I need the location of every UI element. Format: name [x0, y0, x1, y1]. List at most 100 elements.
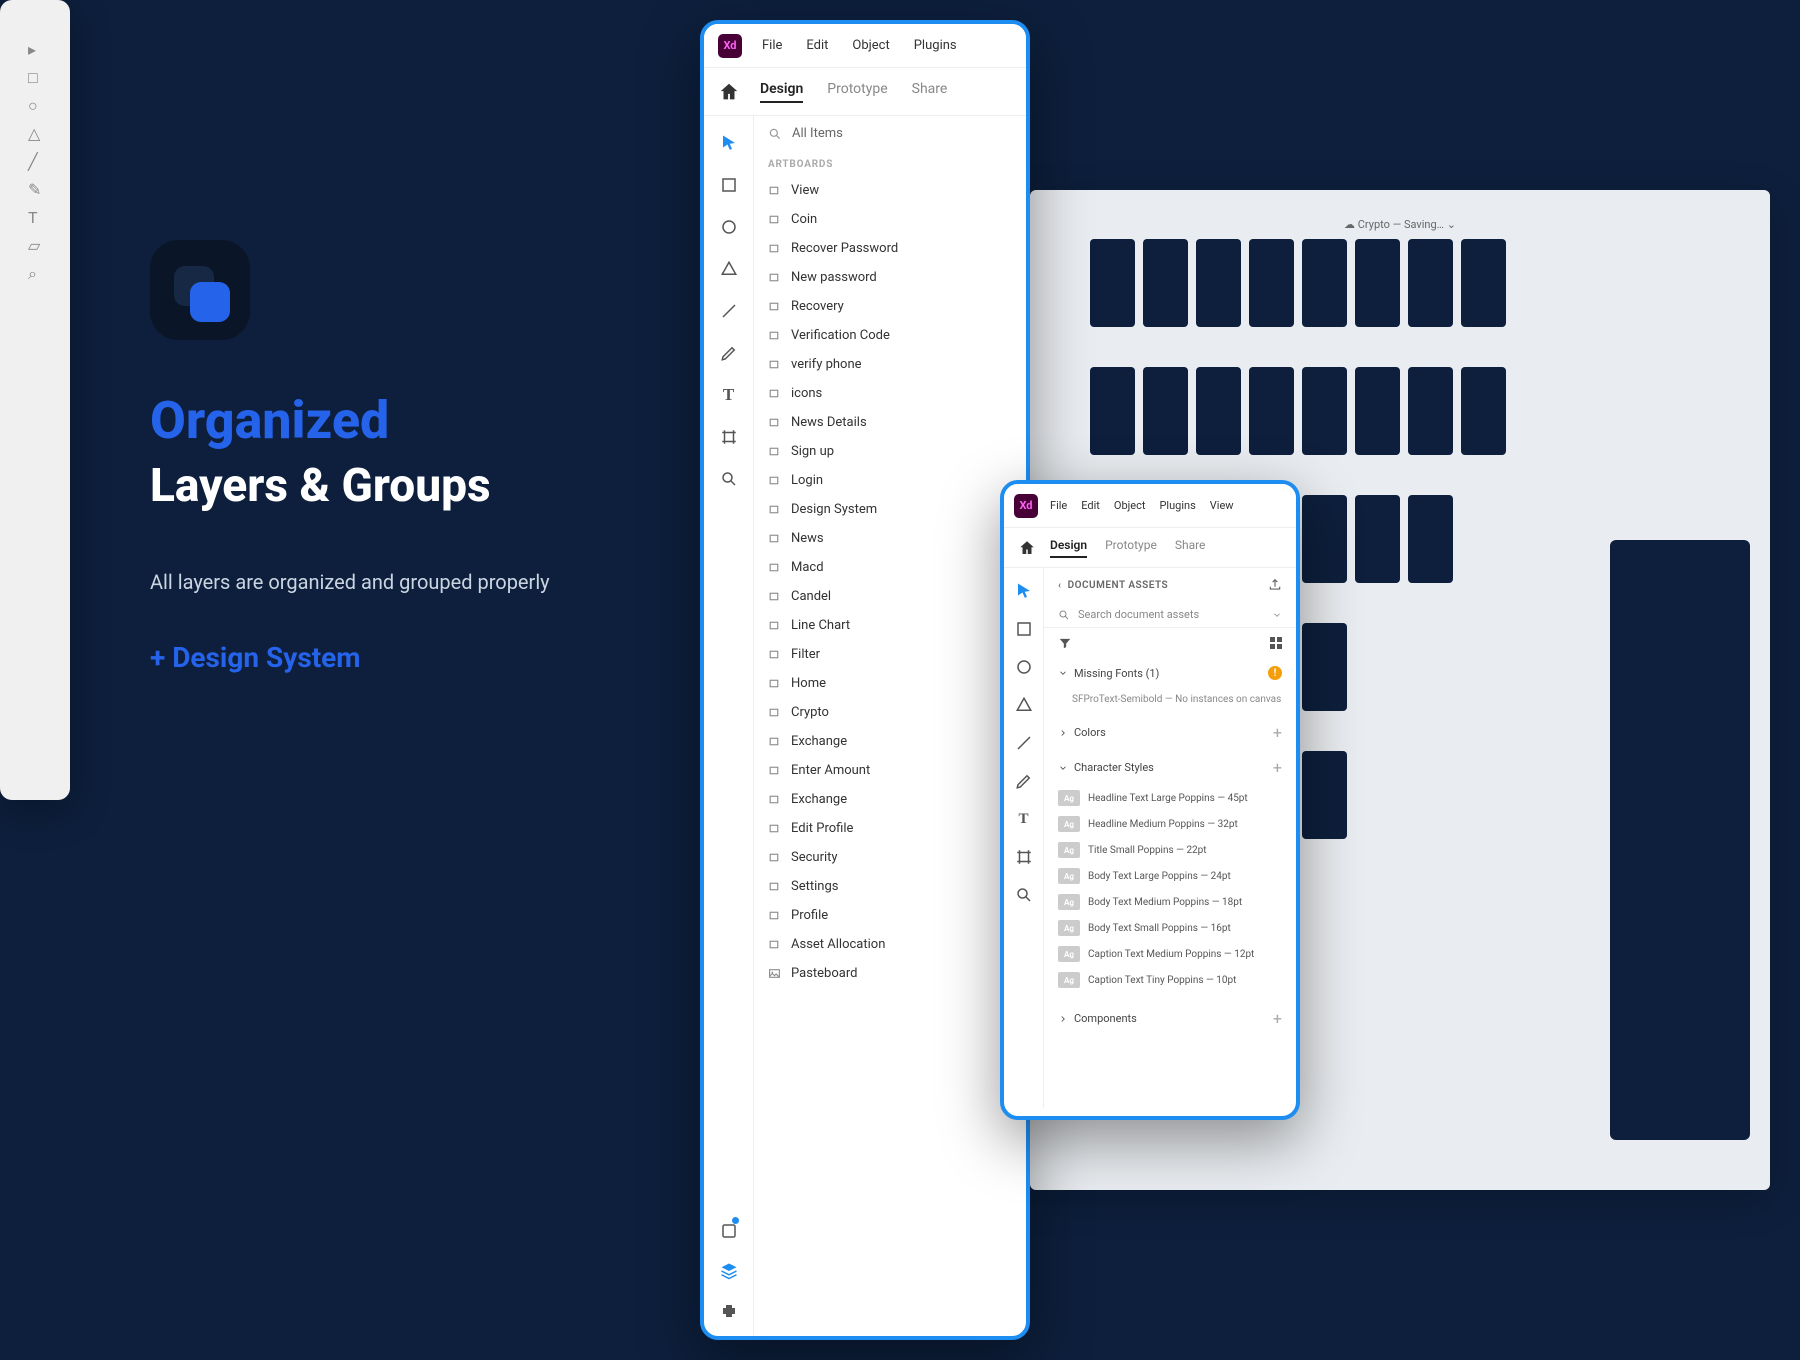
tab-design[interactable]: Design: [760, 81, 803, 103]
character-style-item[interactable]: AgHeadline Text Large Poppins — 45pt: [1044, 785, 1296, 811]
mini-artboard[interactable]: [1302, 495, 1347, 583]
mini-artboard[interactable]: [1302, 367, 1347, 455]
select-tool-icon[interactable]: [1013, 580, 1035, 602]
menu-file[interactable]: File: [1050, 499, 1067, 512]
artboard-item[interactable]: Exchange: [754, 785, 1026, 814]
mini-artboard[interactable]: [1196, 367, 1241, 455]
design-system-artboard[interactable]: [1610, 540, 1750, 1140]
zoom-tool-icon[interactable]: [718, 468, 740, 490]
artboard-item[interactable]: Security: [754, 843, 1026, 872]
document-assets-header[interactable]: ‹ DOCUMENT ASSETS: [1044, 568, 1296, 602]
missing-fonts-section[interactable]: Missing Fonts (1) !: [1044, 658, 1296, 688]
artboard-item[interactable]: Profile: [754, 901, 1026, 930]
ellipse-tool-icon[interactable]: [718, 216, 740, 238]
share-icon[interactable]: [1268, 578, 1282, 592]
artboard-item[interactable]: Coin: [754, 205, 1026, 234]
plugins-icon[interactable]: [718, 1300, 740, 1322]
home-icon[interactable]: [718, 81, 740, 103]
mini-artboard[interactable]: [1249, 367, 1294, 455]
artboard-item[interactable]: Candel: [754, 582, 1026, 611]
artboard-item[interactable]: Design System: [754, 495, 1026, 524]
add-style-icon[interactable]: +: [1273, 758, 1282, 777]
artboard-item[interactable]: Asset Allocation: [754, 930, 1026, 959]
character-styles-section[interactable]: Character Styles +: [1044, 750, 1296, 785]
artboard-item[interactable]: Login: [754, 466, 1026, 495]
artboard-item[interactable]: Home: [754, 669, 1026, 698]
artboard-item[interactable]: Edit Profile: [754, 814, 1026, 843]
zoom-tool-icon[interactable]: [1013, 884, 1035, 906]
mini-artboard[interactable]: [1355, 367, 1400, 455]
mini-artboard[interactable]: [1249, 239, 1294, 327]
mini-artboard[interactable]: [1302, 751, 1347, 839]
artboard-item[interactable]: Enter Amount: [754, 756, 1026, 785]
add-component-icon[interactable]: +: [1273, 1009, 1282, 1028]
add-color-icon[interactable]: +: [1273, 723, 1282, 742]
home-icon[interactable]: [1018, 539, 1036, 557]
mini-artboard[interactable]: [1143, 239, 1188, 327]
mini-artboard[interactable]: [1355, 239, 1400, 327]
filter-icon[interactable]: [1058, 636, 1072, 650]
mini-artboard[interactable]: [1408, 495, 1453, 583]
artboard-item[interactable]: View: [754, 176, 1026, 205]
mini-artboard[interactable]: [1302, 239, 1347, 327]
menu-file[interactable]: File: [762, 38, 782, 53]
tab-design[interactable]: Design: [1050, 538, 1087, 558]
polygon-tool-icon[interactable]: [718, 258, 740, 280]
character-style-item[interactable]: AgBody Text Large Poppins — 24pt: [1044, 863, 1296, 889]
menu-object[interactable]: Object: [1114, 499, 1146, 512]
colors-section[interactable]: Colors +: [1044, 715, 1296, 750]
rectangle-tool-icon[interactable]: [1013, 618, 1035, 640]
mini-artboard[interactable]: [1408, 239, 1453, 327]
menu-edit[interactable]: Edit: [1081, 499, 1100, 512]
text-tool-icon[interactable]: T: [718, 384, 740, 406]
artboard-item[interactable]: Line Chart: [754, 611, 1026, 640]
artboard-item[interactable]: verify phone: [754, 350, 1026, 379]
mini-artboard[interactable]: [1461, 367, 1506, 455]
polygon-tool-icon[interactable]: [1013, 694, 1035, 716]
artboard-item[interactable]: Exchange: [754, 727, 1026, 756]
dropdown-caret-icon[interactable]: ⌄: [1447, 218, 1456, 231]
character-style-item[interactable]: AgTitle Small Poppins — 22pt: [1044, 837, 1296, 863]
mini-artboard[interactable]: [1408, 367, 1453, 455]
artboard-item[interactable]: New password: [754, 263, 1026, 292]
chevron-down-icon[interactable]: [1272, 610, 1282, 620]
layers-icon[interactable]: [718, 1260, 740, 1282]
artboard-item[interactable]: Macd: [754, 553, 1026, 582]
tab-share[interactable]: Share: [1175, 538, 1206, 558]
menu-plugins[interactable]: Plugins: [914, 38, 957, 53]
artboard-tool-icon[interactable]: [1013, 846, 1035, 868]
ellipse-tool-icon[interactable]: [1013, 656, 1035, 678]
mini-artboard[interactable]: [1090, 367, 1135, 455]
menu-view[interactable]: View: [1210, 499, 1234, 512]
xd-logo-icon[interactable]: Xd: [1014, 494, 1038, 518]
tab-share[interactable]: Share: [912, 81, 948, 103]
artboard-tool-icon[interactable]: [718, 426, 740, 448]
tab-prototype[interactable]: Prototype: [1105, 538, 1157, 558]
artboard-item[interactable]: Pasteboard: [754, 959, 1026, 988]
artboard-item[interactable]: News: [754, 524, 1026, 553]
artboard-item[interactable]: Recovery: [754, 292, 1026, 321]
character-style-item[interactable]: AgCaption Text Tiny Poppins — 10pt: [1044, 967, 1296, 993]
libraries-icon[interactable]: [718, 1220, 740, 1242]
menu-plugins[interactable]: Plugins: [1159, 499, 1195, 512]
line-tool-icon[interactable]: [718, 300, 740, 322]
line-tool-icon[interactable]: [1013, 732, 1035, 754]
mini-artboard[interactable]: [1090, 239, 1135, 327]
artboard-item[interactable]: Sign up: [754, 437, 1026, 466]
rectangle-tool-icon[interactable]: [718, 174, 740, 196]
text-tool-icon[interactable]: T: [1013, 808, 1035, 830]
character-style-item[interactable]: AgCaption Text Medium Poppins — 12pt: [1044, 941, 1296, 967]
artboard-item[interactable]: News Details: [754, 408, 1026, 437]
xd-logo-icon[interactable]: Xd: [718, 34, 742, 58]
mini-artboard[interactable]: [1196, 239, 1241, 327]
back-icon[interactable]: ‹: [1058, 580, 1062, 591]
mini-artboard[interactable]: [1461, 239, 1506, 327]
artboard-item[interactable]: Recover Password: [754, 234, 1026, 263]
artboard-item[interactable]: Filter: [754, 640, 1026, 669]
components-section[interactable]: Components +: [1044, 1001, 1296, 1036]
tab-prototype[interactable]: Prototype: [827, 81, 887, 103]
layers-search[interactable]: All Items: [754, 116, 1026, 151]
mini-artboard[interactable]: [1143, 367, 1188, 455]
assets-search[interactable]: Search document assets: [1044, 602, 1296, 628]
artboard-item[interactable]: Verification Code: [754, 321, 1026, 350]
